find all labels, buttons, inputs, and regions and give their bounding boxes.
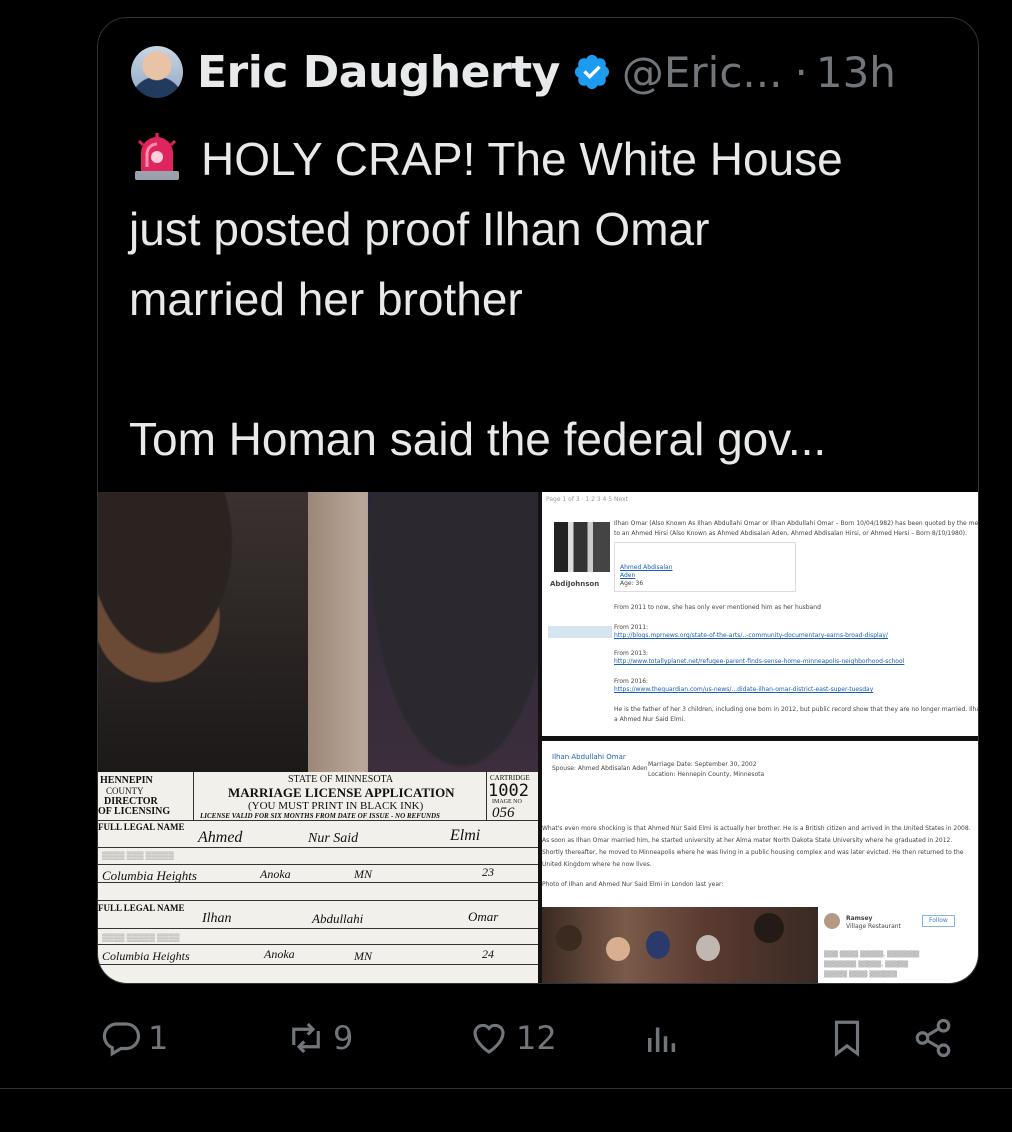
shot1-father: He is the father of her 3 children, incl… [614, 706, 978, 713]
doc-image-no: 056 [492, 805, 515, 821]
ig-place: Village Restaurant [846, 923, 901, 930]
shot1-intro2: to an Ahmed Hirsi (Also Known as Ahmed A… [614, 530, 967, 537]
tweet-header: Eric Daugherty @Eric... · 13h [131, 42, 896, 102]
doc-licensing: OF LICENSING [98, 806, 171, 817]
doc-cartridge-no: 1002 [488, 781, 529, 801]
forum-user: AbdiJohnson [550, 580, 600, 588]
tweet-timestamp[interactable]: 13h [816, 48, 896, 97]
quoted-tweet-card[interactable]: Eric Daugherty @Eric... · 13h HOLY CRAP!… [97, 17, 979, 984]
bookmark-button[interactable] [826, 1008, 868, 1068]
shot2-p5: Photo of Ilhan and Ahmed Nur Said Elmi i… [542, 881, 724, 888]
tweet-text-line-4: Tom Homan said the federal gov... [129, 413, 827, 465]
doc-county-2: Anoka [264, 947, 295, 961]
doc-middle-2: Abdullahi [312, 911, 364, 926]
views-button[interactable] [641, 1008, 683, 1068]
shot2-spouse-label: Spouse: [552, 765, 576, 772]
media-left-image[interactable]: HENNEPIN COUNTY DIRECTOR OF LICENSING ST… [98, 492, 538, 983]
doc-valid: LICENSE VALID FOR SIX MONTHS FROM DATE O… [200, 812, 440, 820]
tweet-actions-bar: 1 9 12 [0, 1008, 1012, 1068]
shot1-age: Age: 36 [620, 580, 644, 587]
media-bottom-right-image[interactable]: Ilhan Abdullahi Omar Spouse: Ahmed Abdis… [542, 741, 978, 983]
author-avatar[interactable] [131, 46, 183, 98]
media-right-column: Page 1 of 3 · 1 2 3 4 5 Next AbdiJohnson… [542, 492, 979, 983]
reply-button[interactable]: 1 [100, 1008, 168, 1068]
shot1-from2011: From 2011 to now, she has only ever ment… [614, 604, 821, 611]
doc-city-2: Columbia Heights [102, 949, 190, 963]
doc-first-1: Ahmed [198, 829, 243, 846]
doc-age-1: 23 [482, 865, 494, 879]
verified-badge-icon [574, 54, 609, 90]
shot2-group-photo [542, 907, 818, 983]
shot2-p3: Shortly thereafter, he moved to Minneapo… [542, 849, 964, 856]
shot2-name: Ilhan Abdullahi Omar [552, 753, 626, 761]
doc-middle-1: Nur Said [308, 831, 359, 846]
repost-icon [292, 1022, 320, 1054]
tweet-text-line-3: married her brother [129, 273, 523, 325]
doc-subtitle: (YOU MUST PRINT IN BLACK INK) [248, 800, 424, 812]
tweet-text-line-1: HOLY CRAP! The White House [201, 133, 843, 185]
ig-user: Ramsey [846, 915, 873, 922]
shot2-location: Hennepin County, Minnesota [677, 771, 765, 778]
ig-avatar [824, 913, 840, 929]
shot2-spouse: Ahmed Abdisalan Aden [577, 765, 648, 772]
repost-button[interactable]: 9 [285, 1008, 353, 1068]
shot2-marriage-label: Marriage Date: [648, 761, 693, 768]
reply-count: 1 [148, 1019, 169, 1057]
shot1-person: Ahmed Abdisalan [620, 564, 673, 571]
shot2-p4: United Kingdom where he now lives. [542, 861, 652, 868]
separator-dot: · [794, 47, 808, 97]
doc-county: HENNEPIN [100, 775, 153, 786]
doc-county-1: Anoka [260, 867, 291, 881]
doc-full-name-label-1: FULL LEGAL NAME [98, 822, 185, 832]
reply-icon [102, 1022, 141, 1057]
doc-state-2: MN [354, 949, 372, 963]
doc-full-name-label-2: FULL LEGAL NAME [98, 903, 185, 913]
views-chart-icon [648, 1027, 676, 1052]
doc-last-1: Elmi [450, 827, 481, 844]
media-top-right-image[interactable]: Page 1 of 3 · 1 2 3 4 5 Next AbdiJohnson… [542, 492, 979, 736]
shot1-intro: Ilhan Omar (Also Known As Ilhan Abdullah… [614, 520, 979, 527]
shot2-p1: What's even more shocking is that Ahmed … [542, 825, 971, 832]
shot1-father2: a Ahmed Nur Said Elmi. [614, 716, 686, 723]
tweet-divider [0, 1088, 1012, 1089]
doc-county-sub: COUNTY [106, 786, 144, 796]
share-button[interactable] [912, 1008, 954, 1068]
shot2-marriage-date: September 30, 2002 [694, 761, 757, 768]
siren-emoji-icon [135, 133, 179, 180]
shot1-from2016: From 2016: [614, 678, 649, 685]
author-handle[interactable]: @Eric... [622, 48, 783, 97]
media-grid[interactable]: HENNEPIN COUNTY DIRECTOR OF LICENSING ST… [98, 492, 979, 983]
photo-person-right [368, 492, 538, 772]
shot2-location-label: Location: [648, 771, 676, 778]
doc-city-1: Columbia Heights [102, 868, 197, 883]
doc-state-1: MN [354, 867, 372, 881]
photo-two-people [98, 492, 538, 772]
tweet-text: HOLY CRAP! The White House just posted p… [129, 124, 969, 474]
shot1-from2011b: From 2011: [614, 624, 649, 631]
author-name[interactable]: Eric Daugherty [197, 47, 560, 98]
shot1-from2013: From 2013: [614, 650, 649, 657]
shot1-person2: Aden [620, 572, 636, 579]
shot2-p2: As soon as Ilhan Omar married him, he st… [542, 837, 953, 844]
doc-state: STATE OF MINNESOTA [288, 774, 394, 785]
heart-icon [473, 1023, 505, 1054]
doc-age-2: 24 [482, 947, 494, 961]
like-count: 12 [516, 1019, 557, 1057]
bookmark-icon [834, 1020, 860, 1057]
tweet-text-line-2: just posted proof Ilhan Omar [129, 203, 710, 255]
like-button[interactable]: 12 [468, 1008, 557, 1068]
repost-count: 9 [333, 1019, 354, 1057]
marriage-license-document: HENNEPIN COUNTY DIRECTOR OF LICENSING ST… [98, 772, 538, 983]
doc-title: MARRIAGE LICENSE APPLICATION [228, 785, 455, 800]
photo-person-left [98, 492, 308, 772]
ig-follow-button: Follow [922, 915, 955, 927]
forum-avatar [554, 522, 610, 572]
share-icon [915, 1018, 951, 1058]
doc-first-2: Ilhan [202, 911, 232, 926]
doc-last-2: Omar [468, 909, 499, 924]
